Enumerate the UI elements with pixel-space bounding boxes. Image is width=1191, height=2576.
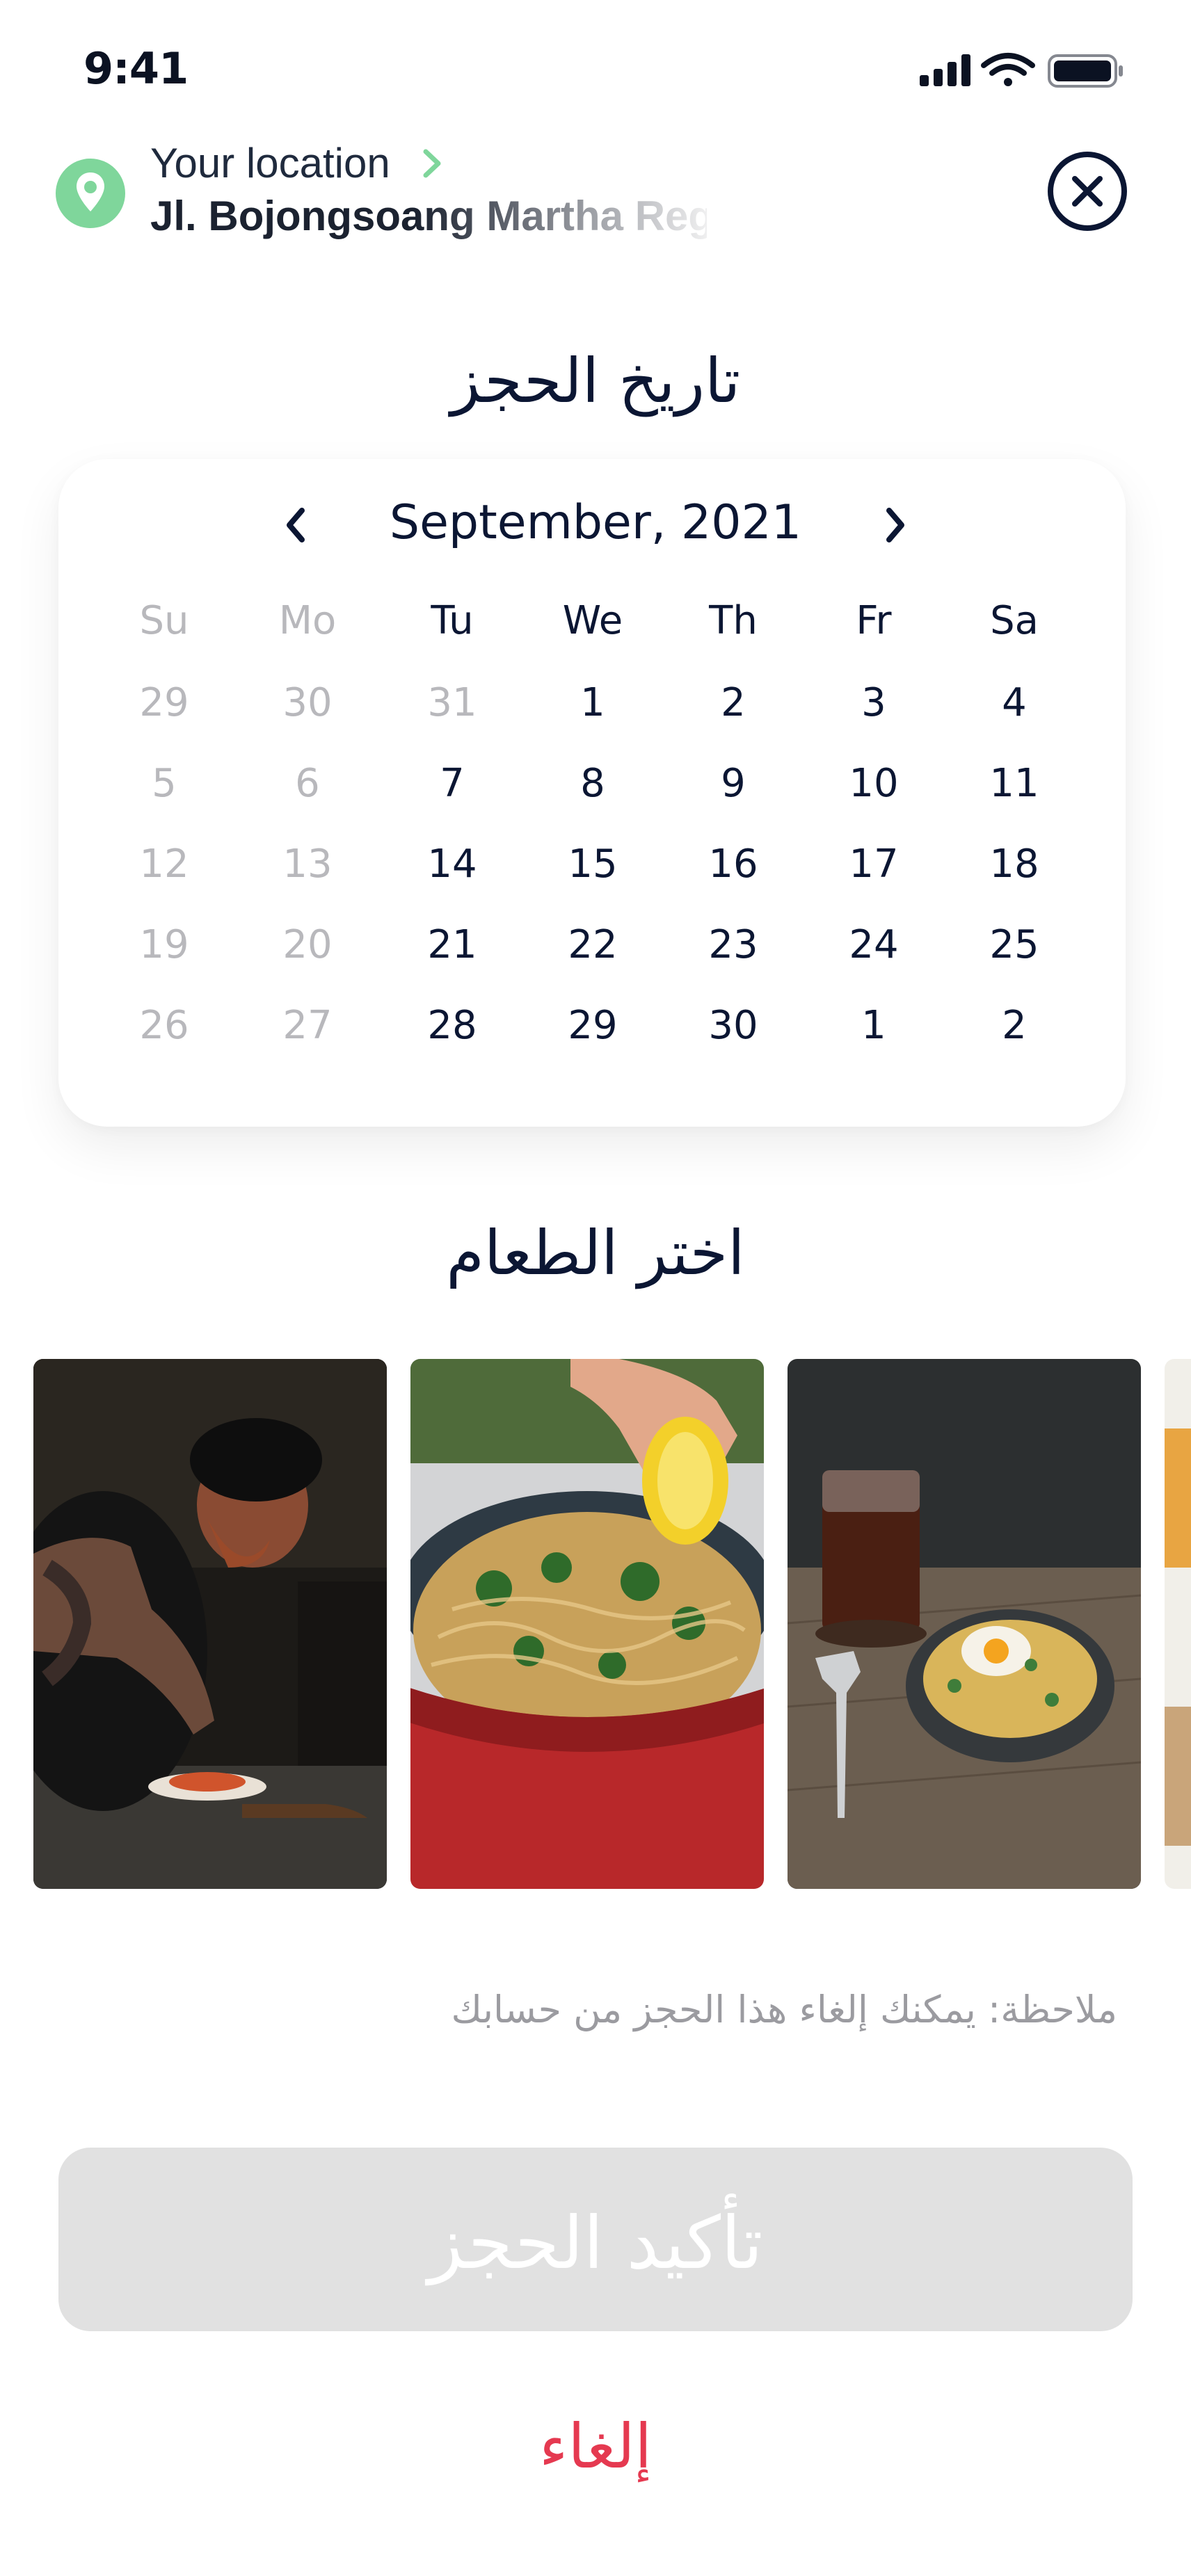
month-label: September, 2021 xyxy=(389,495,802,550)
calendar-day[interactable]: 4 xyxy=(966,680,1063,725)
next-month-chevron-icon[interactable] xyxy=(878,501,913,549)
weekday-sunday: Su xyxy=(139,598,189,643)
calendar-day[interactable]: 8 xyxy=(544,761,641,806)
calendar-day[interactable]: 10 xyxy=(825,761,922,806)
location-pin-icon xyxy=(56,159,125,228)
calendar-day[interactable]: 18 xyxy=(966,842,1063,887)
weekday-saturday: Sa xyxy=(990,598,1039,643)
battery-icon xyxy=(1048,54,1123,88)
calendar-day[interactable]: 14 xyxy=(403,842,501,887)
calendar-day[interactable]: 17 xyxy=(825,842,922,887)
cancel-link[interactable]: إلغاء xyxy=(0,2410,1191,2482)
location-address[interactable]: Jl. Bojongsoang Martha Reg xyxy=(150,192,707,240)
calendar-day[interactable]: 27 xyxy=(259,1003,356,1048)
status-time: 9:41 xyxy=(83,43,189,94)
calendar-day[interactable]: 3 xyxy=(825,680,922,725)
chevron-right-icon[interactable] xyxy=(417,146,445,181)
calendar-day[interactable]: 25 xyxy=(966,922,1063,967)
food-photo-partial[interactable] xyxy=(1165,1359,1191,1889)
calendar-day[interactable]: 22 xyxy=(544,922,641,967)
calendar-day[interactable]: 2 xyxy=(685,680,782,725)
calendar-day[interactable]: 2 xyxy=(966,1003,1063,1048)
calendar-day[interactable]: 15 xyxy=(544,842,641,887)
location-label[interactable]: Your location xyxy=(150,139,390,187)
food-photo-noodle-bowl[interactable] xyxy=(788,1359,1141,1889)
calendar-day[interactable]: 29 xyxy=(115,680,213,725)
weekday-tuesday: Tu xyxy=(431,598,474,643)
weekday-thursday: Th xyxy=(709,598,758,643)
calendar-day[interactable]: 28 xyxy=(403,1003,501,1048)
calendar-day[interactable]: 19 xyxy=(115,922,213,967)
close-icon xyxy=(1072,176,1103,207)
weekday-monday: Mo xyxy=(278,598,337,643)
choose-food-title: اختر الطعام xyxy=(446,1217,745,1289)
weekday-wednesday: We xyxy=(562,598,623,643)
calendar-day[interactable]: 26 xyxy=(115,1003,213,1048)
calendar-day[interactable]: 29 xyxy=(544,1003,641,1048)
calendar-day[interactable]: 1 xyxy=(825,1003,922,1048)
calendar-day[interactable]: 7 xyxy=(403,761,501,806)
calendar-day[interactable]: 30 xyxy=(685,1003,782,1048)
confirm-booking-label: تأكيد الحجز xyxy=(428,2200,763,2285)
wifi-icon xyxy=(981,53,1035,86)
status-icons xyxy=(920,50,1128,92)
calendar-day[interactable]: 13 xyxy=(259,842,356,887)
calendar-day[interactable]: 1 xyxy=(544,680,641,725)
food-photo-chef[interactable] xyxy=(33,1359,387,1889)
calendar-day[interactable]: 31 xyxy=(403,680,501,725)
calendar-day[interactable]: 5 xyxy=(115,761,213,806)
calendar-day[interactable]: 6 xyxy=(259,761,356,806)
calendar-day[interactable]: 24 xyxy=(825,922,922,967)
calendar-day[interactable]: 9 xyxy=(685,761,782,806)
cancellation-note: ملاحظة: يمكنك إلغاء هذا الحجز من حسابك xyxy=(451,1988,1117,2031)
calendar-day[interactable]: 20 xyxy=(259,922,356,967)
calendar-day[interactable]: 16 xyxy=(685,842,782,887)
calendar-day[interactable]: 21 xyxy=(403,922,501,967)
calendar-day[interactable]: 11 xyxy=(966,761,1063,806)
close-button[interactable] xyxy=(1048,152,1127,231)
weekday-friday: Fr xyxy=(856,598,892,643)
calendar-day[interactable]: 23 xyxy=(685,922,782,967)
calendar-day[interactable]: 30 xyxy=(259,680,356,725)
cellular-signal-icon xyxy=(920,54,970,86)
calendar-day[interactable]: 12 xyxy=(115,842,213,887)
booking-date-title: تاريخ الحجز xyxy=(450,345,741,417)
food-photo-noodles-pan[interactable] xyxy=(410,1359,764,1889)
